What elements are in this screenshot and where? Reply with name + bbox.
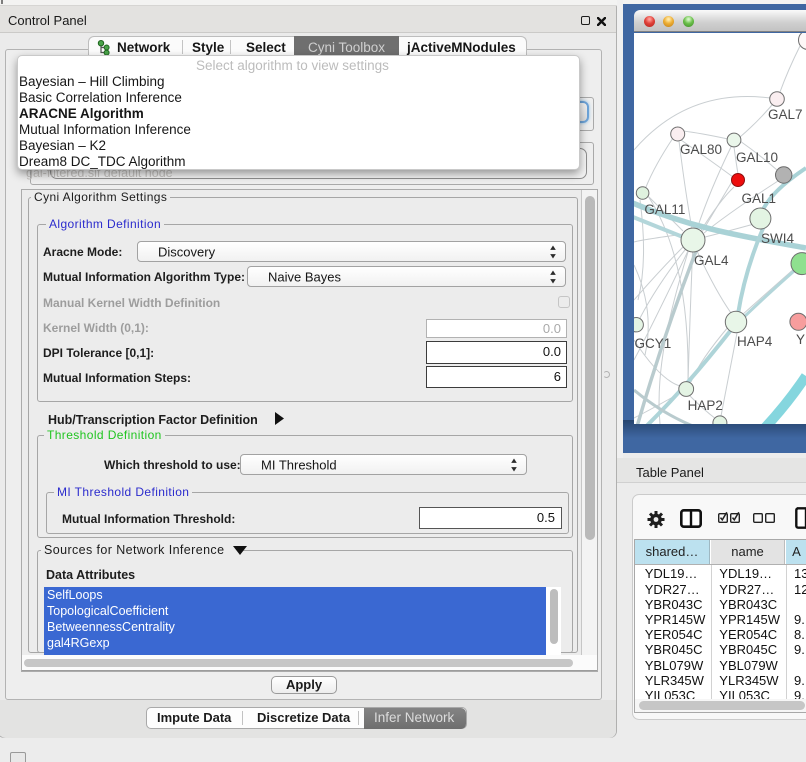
svg-text:GAL11: GAL11 <box>644 202 685 217</box>
svg-text:HAP4: HAP4 <box>737 334 773 349</box>
svg-text:GAL1: GAL1 <box>742 191 777 206</box>
svg-text:Y: Y <box>796 332 805 347</box>
svg-text:GAL7: GAL7 <box>768 107 803 122</box>
svg-text:GCY1: GCY1 <box>635 336 672 351</box>
svg-text:GAL80: GAL80 <box>680 142 722 157</box>
svg-text:HAP2: HAP2 <box>688 398 723 413</box>
svg-text:GAL10: GAL10 <box>736 150 778 165</box>
svg-text:GAL4: GAL4 <box>694 253 729 268</box>
svg-text:SWI4: SWI4 <box>761 231 794 246</box>
